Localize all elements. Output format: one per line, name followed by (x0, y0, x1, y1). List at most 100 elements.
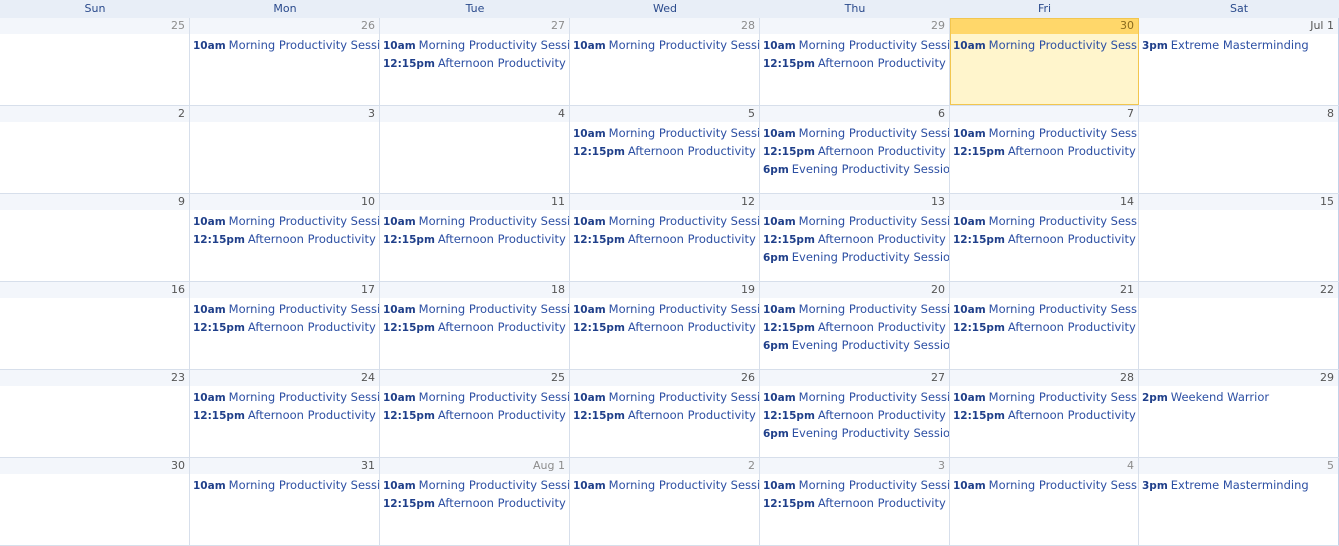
calendar-event[interactable]: 12:15pmAfternoon Productivity Session (570, 407, 759, 425)
day-cell[interactable]: 18 10am Morning Productivity Session 12:15p… (380, 282, 570, 369)
day-cell[interactable]: 4 10am Morning Productivity Session (950, 458, 1139, 545)
day-number[interactable]: 29 (760, 18, 949, 34)
calendar-event[interactable]: 12:15pmAfternoon Productivity Session (380, 495, 569, 513)
day-cell[interactable]: 31 10am Morning Productivity Session (190, 458, 380, 545)
day-number[interactable]: 5 (1139, 458, 1338, 474)
day-number[interactable]: 26 (190, 18, 379, 34)
day-number[interactable]: 23 (0, 370, 189, 386)
calendar-event[interactable]: 10am Morning Productivity Session (570, 213, 759, 231)
day-number[interactable]: 21 (950, 282, 1138, 298)
day-cell[interactable]: 6 10am Morning Productivity Session 12:15pm… (760, 106, 950, 193)
calendar-event[interactable]: 12:15pmAfternoon Productivity Session (570, 319, 759, 337)
day-cell[interactable]: 25 (0, 18, 190, 105)
calendar-event[interactable]: 10am Morning Productivity Session (380, 301, 569, 319)
calendar-event[interactable]: 2pm Weekend Warrior (1139, 389, 1338, 407)
day-number[interactable]: 15 (1139, 194, 1338, 210)
day-cell[interactable]: 4 (380, 106, 570, 193)
calendar-event[interactable]: 10am Morning Productivity Session (190, 477, 379, 495)
calendar-event[interactable]: 10am Morning Productivity Session (570, 301, 759, 319)
day-cell[interactable]: 30 (0, 458, 190, 545)
calendar-event[interactable]: 12:15pm Afternoon Productivity (760, 143, 949, 161)
day-cell[interactable]: 19 10am Morning Productivity Session 12:15p… (570, 282, 760, 369)
calendar-event[interactable]: 12:15pmAfternoon Productivity Session (380, 231, 569, 249)
calendar-event[interactable]: 12:15pmAfternoon Productivity Session (380, 407, 569, 425)
day-cell[interactable]: 29 2pm Weekend Warrior (1139, 370, 1339, 457)
day-cell[interactable]: 28 10am Morning Productivity Session (570, 18, 760, 105)
day-number[interactable]: 2 (570, 458, 759, 474)
day-number[interactable]: 18 (380, 282, 569, 298)
calendar-event[interactable]: 12:15pmAfternoon Productivity Session (950, 143, 1138, 161)
calendar-event[interactable]: 12:15pmAfternoon Productivity Session (190, 231, 379, 249)
calendar-event[interactable]: 12:15pmAfternoon Productivity Session (190, 407, 379, 425)
calendar-event[interactable]: 10am Morning Productivity Session (950, 477, 1138, 495)
day-cell[interactable]: 16 (0, 282, 190, 369)
day-number[interactable]: 11 (380, 194, 569, 210)
day-number[interactable]: 27 (380, 18, 569, 34)
day-number[interactable]: 28 (570, 18, 759, 34)
calendar-event[interactable]: 10am Morning Productivity Session (760, 37, 949, 55)
day-number[interactable]: 31 (190, 458, 379, 474)
day-cell-today[interactable]: 30 10am Morning Productivity Session (950, 18, 1139, 105)
day-number[interactable]: 26 (570, 370, 759, 386)
calendar-event[interactable]: 10am Morning Productivity Session (570, 477, 759, 495)
day-cell[interactable]: 28 10am Morning Productivity Session 12:15p… (950, 370, 1139, 457)
day-number[interactable]: 3 (760, 458, 949, 474)
day-cell[interactable]: 5 3pm Extreme Masterminding (1139, 458, 1339, 545)
day-cell[interactable]: 5 10am Morning Productivity Session 12:15pm… (570, 106, 760, 193)
day-cell[interactable]: 25 10am Morning Productivity Session 12:15p… (380, 370, 570, 457)
calendar-event[interactable]: 12:15pmAfternoon Productivity Session (950, 407, 1138, 425)
calendar-event[interactable]: 12:15pm Afternoon Productivity (760, 319, 949, 337)
day-cell[interactable]: 20 10am Morning Productivity Session 12:15p… (760, 282, 950, 369)
calendar-event[interactable]: 10am Morning Productivity Session (760, 389, 949, 407)
day-cell[interactable]: 27 10am Morning Productivity Session 12:15p… (760, 370, 950, 457)
calendar-event[interactable]: 10am Morning Productivity Session (380, 37, 569, 55)
day-number[interactable]: 17 (190, 282, 379, 298)
day-number[interactable]: 28 (950, 370, 1138, 386)
calendar-event[interactable]: 6pm Evening Productivity Session (760, 425, 949, 443)
day-number[interactable]: Aug 1 (380, 458, 569, 474)
day-number[interactable]: 9 (0, 194, 189, 210)
day-cell[interactable]: 2 (0, 106, 190, 193)
calendar-event[interactable]: 10am Morning Productivity Session (760, 477, 949, 495)
calendar-event[interactable]: 12:15pmAfternoon Productivity Session (950, 231, 1138, 249)
day-cell[interactable]: 7 10am Morning Productivity Session 12:15pm… (950, 106, 1139, 193)
day-cell[interactable]: 22 (1139, 282, 1339, 369)
day-number[interactable]: 12 (570, 194, 759, 210)
day-cell[interactable]: 9 (0, 194, 190, 281)
day-cell[interactable]: 13 10am Morning Productivity Session 12:15p… (760, 194, 950, 281)
day-number[interactable]: 4 (950, 458, 1138, 474)
day-number[interactable]: 30 (950, 18, 1138, 34)
day-number[interactable]: 20 (760, 282, 949, 298)
calendar-event[interactable]: 10am Morning Productivity Session (760, 301, 949, 319)
calendar-event[interactable]: 12:15pm Afternoon Productivity (760, 407, 949, 425)
calendar-event[interactable]: 6pm Evening Productivity Session (760, 161, 949, 179)
day-number[interactable]: 25 (380, 370, 569, 386)
day-number[interactable]: 5 (570, 106, 759, 122)
calendar-event[interactable]: 10am Morning Productivity Session (570, 125, 759, 143)
day-number[interactable]: 7 (950, 106, 1138, 122)
calendar-event[interactable]: 10am Morning Productivity Session (950, 125, 1138, 143)
day-cell[interactable]: Jul 1 3pm Extreme Masterminding (1139, 18, 1339, 105)
calendar-event[interactable]: 6pm Evening Productivity Session (760, 337, 949, 355)
day-cell[interactable]: 15 (1139, 194, 1339, 281)
day-number[interactable]: 10 (190, 194, 379, 210)
day-cell[interactable]: 3 10am Morning Productivity Session 12:15pm… (760, 458, 950, 545)
day-number[interactable]: 13 (760, 194, 949, 210)
day-number[interactable]: 27 (760, 370, 949, 386)
calendar-event[interactable]: 12:15pm Afternoon Productivity (760, 231, 949, 249)
day-cell[interactable]: 29 10am Morning Productivity Session 12:15p… (760, 18, 950, 105)
day-number[interactable]: 22 (1139, 282, 1338, 298)
day-number[interactable]: 19 (570, 282, 759, 298)
day-number[interactable]: 30 (0, 458, 189, 474)
day-cell[interactable]: 23 (0, 370, 190, 457)
day-cell[interactable]: 24 10am Morning Productivity Session 12:15p… (190, 370, 380, 457)
calendar-event[interactable]: 10am Morning Productivity Session (190, 213, 379, 231)
calendar-event[interactable]: 10am Morning Productivity Session (950, 37, 1138, 55)
calendar-event[interactable]: 10am Morning Productivity Session (760, 125, 949, 143)
calendar-event[interactable]: 12:15pmAfternoon Productivity Session (190, 319, 379, 337)
day-number[interactable]: 14 (950, 194, 1138, 210)
calendar-event[interactable]: 10am Morning Productivity Session (950, 389, 1138, 407)
calendar-event[interactable]: 10am Morning Productivity Session (570, 37, 759, 55)
calendar-event[interactable]: 10am Morning Productivity Session (760, 213, 949, 231)
calendar-event[interactable]: 10am Morning Productivity Session (950, 301, 1138, 319)
